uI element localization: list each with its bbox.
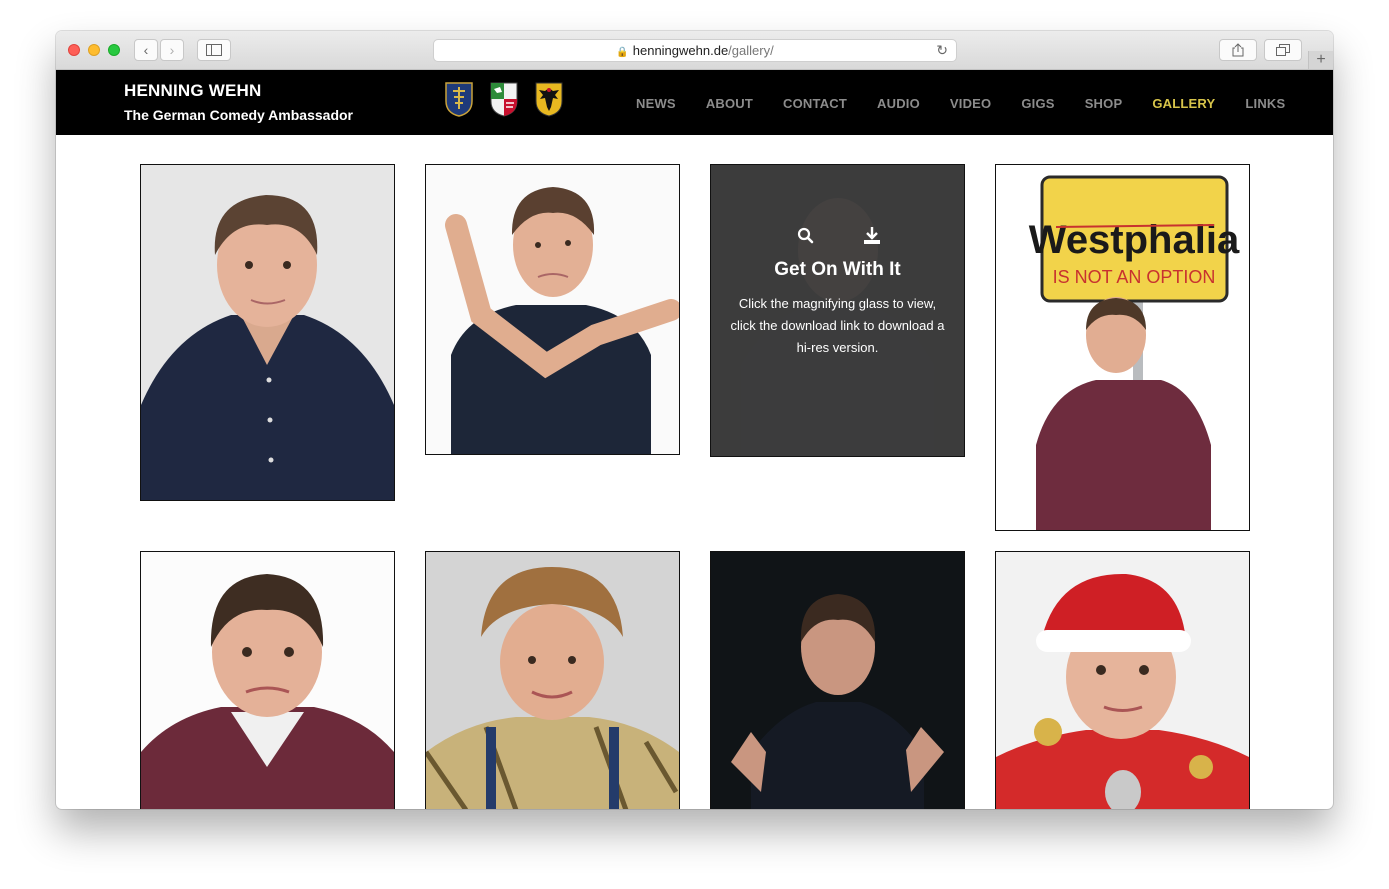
gallery-photo-4[interactable]: Westphalia IS NOT AN OPTION (995, 164, 1250, 531)
browser-toolbar: ‹ › 🔒 henningwehn.de/gallery/ ↻ + (56, 31, 1333, 70)
westphalia-coat-of-arms-icon[interactable] (444, 81, 474, 117)
back-button[interactable]: ‹ (134, 39, 158, 61)
nav-news[interactable]: NEWS (636, 96, 676, 116)
forward-button[interactable]: › (160, 39, 184, 61)
chevron-left-icon: ‹ (143, 42, 149, 58)
plus-icon: + (1316, 51, 1326, 68)
nav-about[interactable]: ABOUT (706, 96, 753, 116)
gallery-photo-2[interactable] (425, 164, 680, 455)
photo-title: Get On With It (774, 259, 901, 280)
zoom-window-button[interactable] (108, 44, 120, 56)
lock-icon: 🔒 (616, 47, 629, 58)
portrait-photo (711, 552, 964, 809)
portrait-photo (426, 165, 679, 454)
sidebar-toggle-button[interactable] (197, 39, 231, 61)
portrait-photo (996, 552, 1249, 809)
site-subtitle: The German Comedy Ambassador (124, 107, 353, 123)
germany-coat-of-arms-icon[interactable] (534, 81, 564, 117)
address-bar[interactable]: 🔒 henningwehn.de/gallery/ ↻ (433, 39, 957, 62)
portrait-photo (426, 552, 679, 809)
nrw-coat-of-arms-icon[interactable] (489, 81, 519, 117)
nav-shop[interactable]: SHOP (1085, 96, 1123, 116)
new-tab-button[interactable]: + (1308, 51, 1333, 69)
browser-window: ‹ › 🔒 henningwehn.de/gallery/ ↻ + HENNIN… (56, 31, 1333, 809)
close-window-button[interactable] (68, 44, 80, 56)
gallery-photo-5[interactable] (140, 551, 395, 809)
tabs-icon (1276, 44, 1290, 56)
download-icon[interactable] (861, 225, 883, 247)
nav-video[interactable]: VIDEO (950, 96, 991, 116)
nav-links[interactable]: LINKS (1245, 96, 1285, 116)
gallery-photo-7[interactable] (710, 551, 965, 809)
nav-audio[interactable]: AUDIO (877, 96, 920, 116)
portrait-photo (141, 165, 394, 500)
photo-instructions: Click the magnifying glass to view, clic… (730, 296, 945, 355)
sidebar-icon (206, 44, 222, 56)
portrait-photo: Westphalia IS NOT AN OPTION (996, 165, 1249, 530)
url-path: /gallery/ (728, 43, 774, 58)
gallery-photo-8[interactable] (995, 551, 1250, 809)
portrait-photo (141, 552, 394, 809)
sign-graffiti: IS NOT AN OPTION (1053, 267, 1216, 287)
hover-overlay: Get On With It Click the magnifying glas… (711, 165, 964, 456)
reload-icon[interactable]: ↻ (936, 40, 948, 61)
nav-contact[interactable]: CONTACT (783, 96, 847, 116)
share-button[interactable] (1219, 39, 1257, 61)
url-domain: henningwehn.de (632, 43, 729, 58)
site-header: HENNING WEHN The German Comedy Ambassado… (56, 70, 1333, 135)
chevron-right-icon: › (169, 42, 175, 58)
nav-gigs[interactable]: GIGS (1021, 96, 1054, 116)
tabs-overview-button[interactable] (1264, 39, 1302, 61)
gallery-photo-3-hovered[interactable]: Get On With It Click the magnifying glas… (710, 164, 965, 457)
gallery-photo-1[interactable] (140, 164, 395, 501)
nav-gallery[interactable]: GALLERY (1152, 96, 1215, 116)
site-title[interactable]: HENNING WEHN (124, 81, 261, 101)
gallery-photo-6[interactable] (425, 551, 680, 809)
main-menu: NEWS ABOUT CONTACT AUDIO VIDEO GIGS SHOP… (621, 96, 1300, 116)
share-icon (1232, 43, 1244, 57)
magnifier-icon[interactable] (795, 225, 817, 247)
minimize-window-button[interactable] (88, 44, 100, 56)
